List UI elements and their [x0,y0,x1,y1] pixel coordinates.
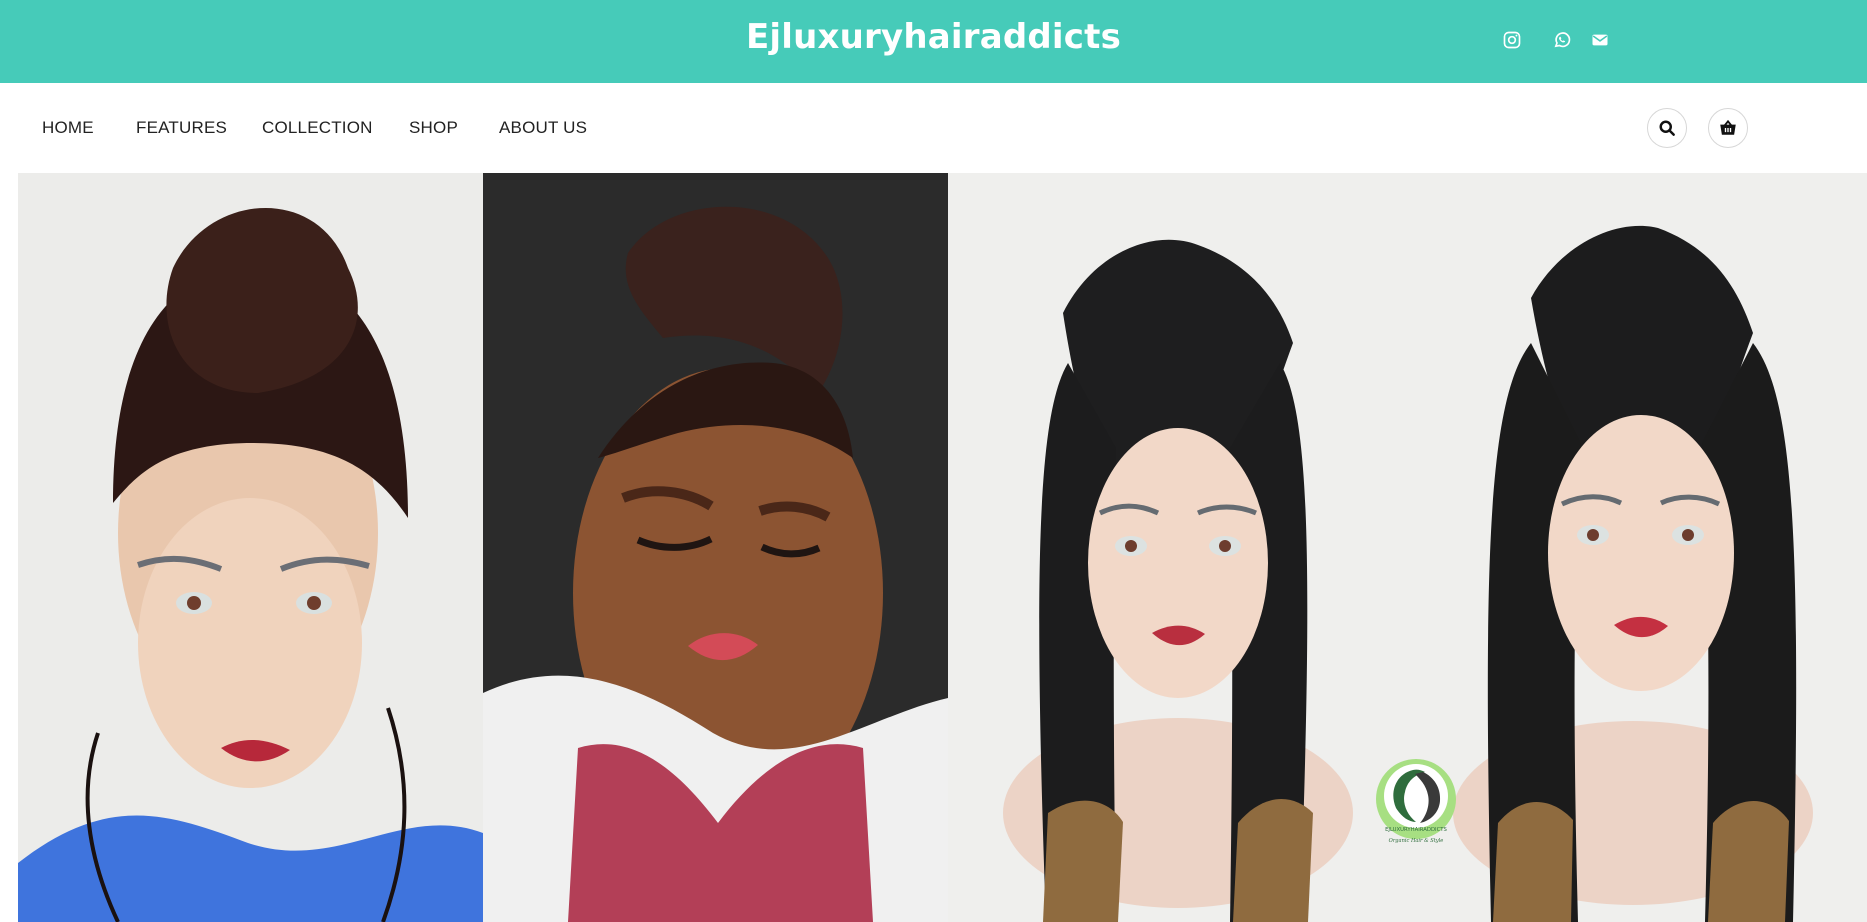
envelope-icon[interactable] [1590,30,1610,50]
nav-features[interactable]: FEATURES [136,118,227,138]
gallery-image[interactable] [18,173,483,922]
nav-about-us[interactable]: ABOUT US [499,118,587,138]
search-button[interactable] [1647,108,1687,148]
nav-home[interactable]: HOME [42,118,94,138]
product-gallery: EJLUXURYHAIRADDICTS Organic Hair & Style [18,173,1867,922]
svg-text:EJLUXURYHAIRADDICTS: EJLUXURYHAIRADDICTS [1385,827,1447,833]
gallery-image[interactable] [1413,173,1867,922]
nav-shop[interactable]: SHOP [409,118,458,138]
svg-text:Organic Hair & Style: Organic Hair & Style [1389,838,1444,844]
gallery-image[interactable] [948,173,1413,922]
whatsapp-icon[interactable] [1552,30,1572,50]
top-bar: Ejluxuryhairaddicts [0,0,1867,83]
search-icon [1659,120,1675,136]
shopping-basket-icon [1720,119,1736,135]
cart-button[interactable] [1708,108,1748,148]
nav-collection[interactable]: COLLECTION [262,118,373,138]
brand-watermark: EJLUXURYHAIRADDICTS Organic Hair & Style [1371,754,1461,844]
gallery-image[interactable] [483,173,948,922]
main-navigation: HOME FEATURES COLLECTION SHOP ABOUT US [0,83,1867,173]
instagram-icon[interactable] [1502,30,1522,50]
brand-title[interactable]: Ejluxuryhairaddicts [0,17,1867,57]
